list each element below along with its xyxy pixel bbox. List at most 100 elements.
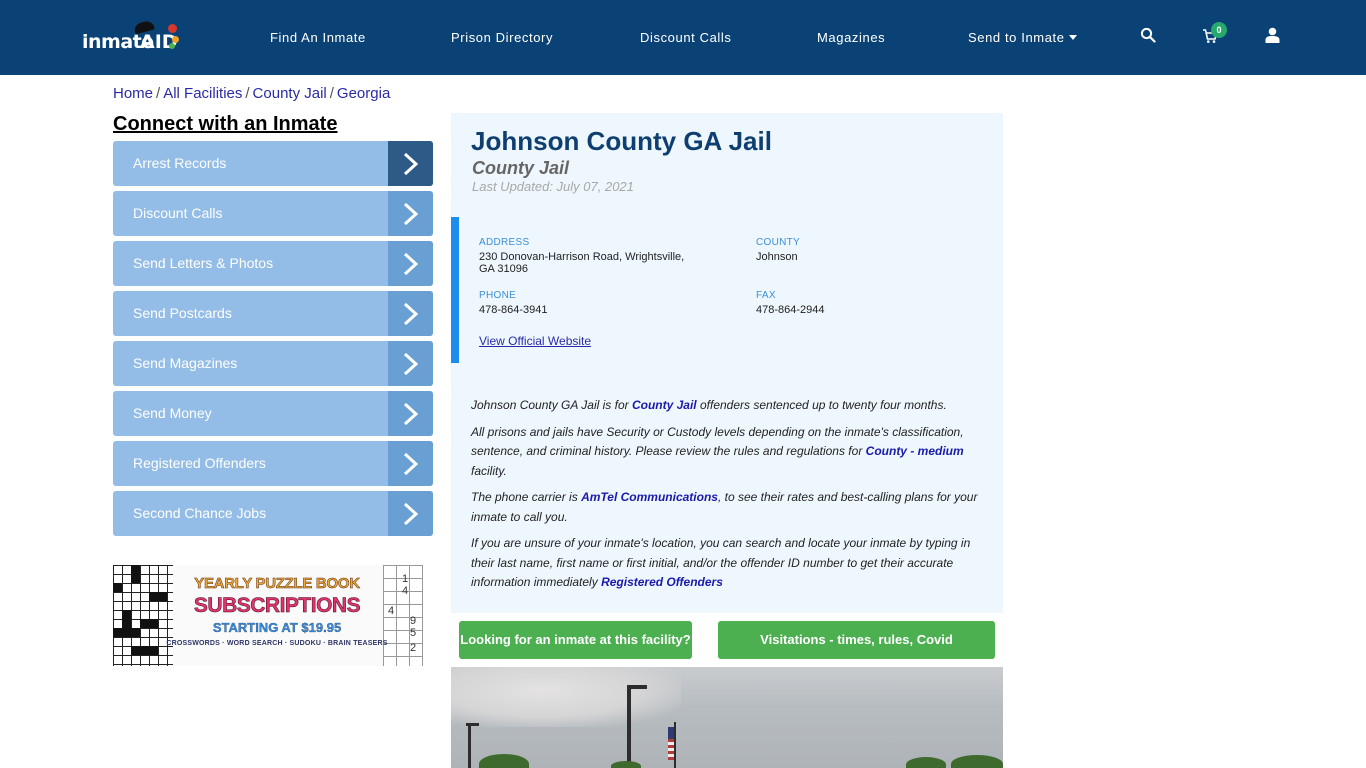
info-accent-bar bbox=[451, 217, 459, 363]
description-paragraph: All prisons and jails have Security or C… bbox=[471, 423, 986, 482]
logo-decoration bbox=[169, 43, 175, 49]
crossword-block bbox=[131, 646, 158, 655]
nav-find-an-inmate[interactable]: Find An Inmate bbox=[270, 30, 366, 45]
description-paragraph: If you are unsure of your inmate's locat… bbox=[471, 534, 986, 593]
breadcrumb-all-facilities[interactable]: All Facilities bbox=[163, 85, 242, 102]
photo-tree bbox=[906, 757, 946, 768]
photo-light-pole bbox=[627, 687, 631, 768]
sidebar-item-send-magazines[interactable]: Send Magazines bbox=[113, 341, 433, 386]
logo-decoration bbox=[172, 36, 179, 43]
description-paragraph: The phone carrier is AmTel Communication… bbox=[471, 488, 986, 527]
crossword-block bbox=[122, 610, 131, 628]
nav-magazines[interactable]: Magazines bbox=[817, 30, 885, 45]
chevron-right-icon bbox=[403, 152, 419, 176]
site-logo[interactable]: inmate AID bbox=[82, 19, 182, 54]
sidebar-arrow bbox=[388, 191, 433, 236]
county-label: COUNTY bbox=[756, 237, 801, 248]
sidebar-arrow bbox=[388, 291, 433, 336]
sidebar-item-send-letters-photos[interactable]: Send Letters & Photos bbox=[113, 241, 433, 286]
find-inmate-at-facility-button[interactable]: Looking for an inmate at this facility? bbox=[459, 621, 692, 659]
description-text: offenders sentenced up to twenty four mo… bbox=[696, 398, 947, 412]
breadcrumb-separator: / bbox=[329, 85, 334, 102]
sidebar-item-label: Second Chance Jobs bbox=[133, 505, 267, 521]
sidebar-arrow bbox=[388, 491, 433, 536]
ad-price: STARTING AT $19.95 bbox=[212, 620, 342, 635]
sidebar-item-registered-offenders[interactable]: Registered Offenders bbox=[113, 441, 433, 486]
sidebar-arrow bbox=[388, 341, 433, 386]
nav-send-to-inmate[interactable]: Send to Inmate bbox=[968, 30, 1077, 45]
photo-light-pole bbox=[466, 723, 479, 726]
sidebar-item-send-money[interactable]: Send Money bbox=[113, 391, 433, 436]
chevron-right-icon bbox=[403, 402, 419, 426]
address-line-1: 230 Donovan-Harrison Road, Wrightsville, bbox=[479, 251, 685, 263]
amtel-communications-link[interactable]: AmTel Communications bbox=[581, 490, 718, 504]
county-jail-link[interactable]: County Jail bbox=[632, 398, 697, 412]
nav-discount-calls[interactable]: Discount Calls bbox=[640, 30, 731, 45]
ad-headline: YEARLY PUZZLE BOOK bbox=[194, 575, 360, 593]
sidebar-menu: Arrest Records Discount Calls Send Lette… bbox=[113, 141, 433, 541]
photo-light-pole bbox=[627, 685, 647, 689]
photo-flag bbox=[668, 727, 674, 760]
sidebar-item-label: Registered Offenders bbox=[133, 455, 266, 471]
crossword-block bbox=[131, 565, 140, 583]
caret-down-icon bbox=[1068, 35, 1077, 40]
sidebar-item-label: Arrest Records bbox=[133, 155, 227, 171]
sidebar-item-send-postcards[interactable]: Send Postcards bbox=[113, 291, 433, 336]
sidebar-item-arrest-records[interactable]: Arrest Records bbox=[113, 141, 433, 186]
logo-decoration bbox=[168, 24, 177, 33]
account-button[interactable] bbox=[1265, 27, 1285, 47]
chevron-right-icon bbox=[403, 352, 419, 376]
photo-light-pole bbox=[468, 725, 471, 768]
official-website-link[interactable]: View Official Website bbox=[479, 334, 591, 348]
sidebar-arrow bbox=[388, 441, 433, 486]
breadcrumb-home[interactable]: Home bbox=[113, 85, 153, 102]
sudoku-graphic: 1 4 4 9 5 2 bbox=[383, 565, 423, 666]
sidebar-arrow bbox=[388, 241, 433, 286]
breadcrumb: Home / All Facilities / County Jail / Georgia bbox=[113, 85, 390, 102]
description-text: Johnson County GA Jail is for bbox=[471, 398, 632, 412]
sidebar-arrow bbox=[388, 141, 433, 186]
facility-photo bbox=[451, 667, 1003, 768]
puzzle-book-ad-banner[interactable]: 1 4 4 9 5 2 YEARLY PUZZLE BOOK SUBSCRIPT… bbox=[113, 565, 423, 666]
breadcrumb-county-jail[interactable]: County Jail bbox=[253, 85, 327, 102]
sidebar-item-label: Send Postcards bbox=[133, 305, 232, 321]
chevron-right-icon bbox=[403, 202, 419, 226]
chevron-right-icon bbox=[403, 452, 419, 476]
phone-value: 478-864-3941 bbox=[479, 304, 548, 316]
sudoku-digit: 2 bbox=[410, 642, 417, 654]
sidebar-arrow bbox=[388, 391, 433, 436]
description-text: The phone carrier is bbox=[471, 490, 582, 504]
top-navbar: inmate AID Find An Inmate Prison Directo… bbox=[0, 0, 1366, 75]
sudoku-digit: 1 bbox=[402, 573, 409, 585]
breadcrumb-separator: / bbox=[245, 85, 250, 102]
breadcrumb-separator: / bbox=[156, 85, 161, 102]
sidebar-item-discount-calls[interactable]: Discount Calls bbox=[113, 191, 433, 236]
facility-type: County Jail bbox=[472, 158, 570, 178]
photo-tree bbox=[611, 761, 641, 768]
photo-tree bbox=[479, 754, 529, 768]
nav-prison-directory[interactable]: Prison Directory bbox=[451, 30, 553, 45]
sidebar-item-label: Discount Calls bbox=[133, 205, 223, 221]
photo-sky bbox=[451, 667, 681, 727]
nav-send-to-inmate-label: Send to Inmate bbox=[968, 30, 1065, 45]
cart-count-badge: 0 bbox=[1211, 22, 1227, 38]
sudoku-digit: 9 bbox=[410, 615, 417, 627]
crossword-graphic bbox=[113, 565, 173, 666]
fax-value: 478-864-2944 bbox=[756, 304, 825, 316]
sidebar-item-label: Send Magazines bbox=[133, 355, 238, 371]
registered-offenders-link[interactable]: Registered Offenders bbox=[601, 575, 723, 589]
crossword-block bbox=[113, 583, 122, 592]
sidebar-item-second-chance-jobs[interactable]: Second Chance Jobs bbox=[113, 491, 433, 536]
sidebar-title: Connect with an Inmate bbox=[113, 113, 338, 135]
sudoku-digit: 4 bbox=[402, 585, 409, 597]
last-updated: Last Updated: July 07, 2021 bbox=[472, 179, 634, 194]
facility-description: Johnson County GA Jail is for County Jai… bbox=[471, 396, 986, 600]
county-medium-link[interactable]: County - medium bbox=[866, 444, 964, 458]
county-value: Johnson bbox=[756, 251, 798, 263]
logo-text-aid: AID bbox=[140, 31, 178, 53]
visitations-button[interactable]: Visitations - times, rules, Covid cancel… bbox=[718, 621, 995, 685]
chevron-right-icon bbox=[403, 252, 419, 276]
breadcrumb-georgia[interactable]: Georgia bbox=[337, 85, 390, 102]
search-button[interactable] bbox=[1140, 27, 1160, 47]
description-paragraph: Johnson County GA Jail is for County Jai… bbox=[471, 396, 986, 416]
